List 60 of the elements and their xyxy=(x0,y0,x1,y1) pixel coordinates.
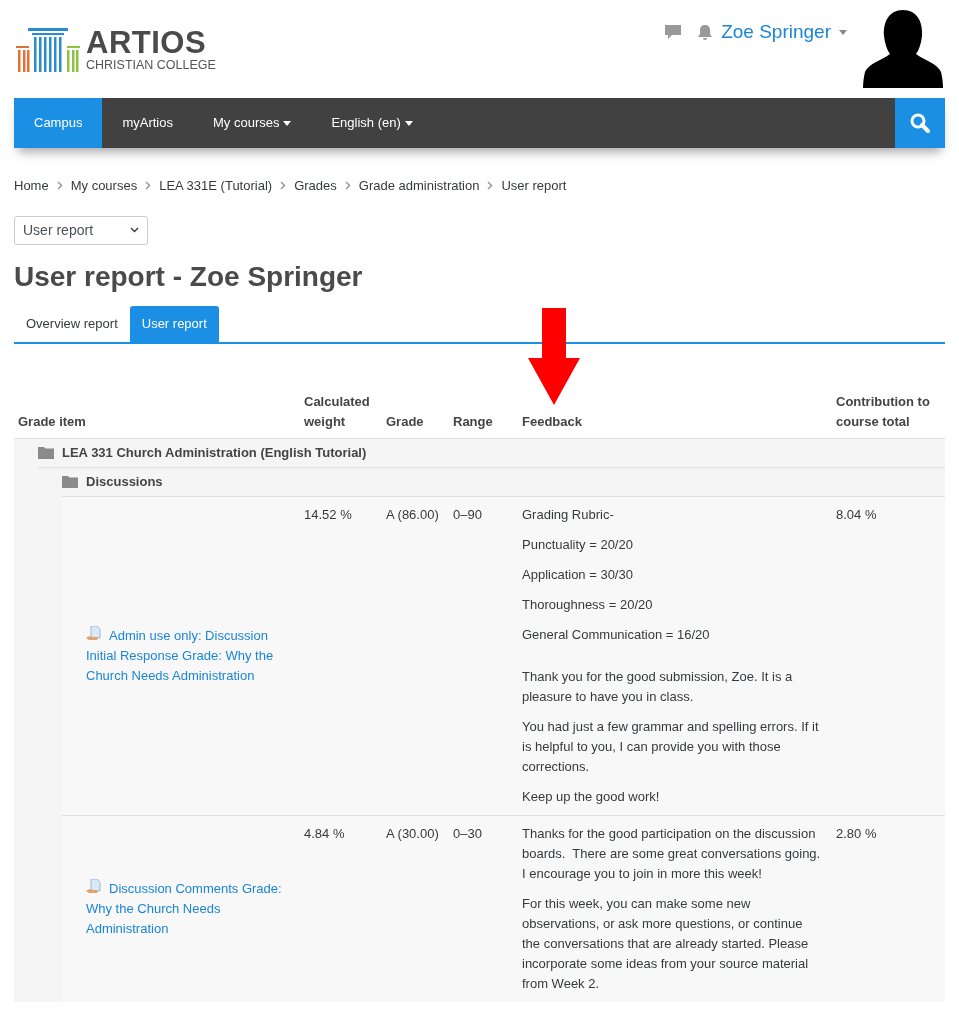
breadcrumb-chevron-icon xyxy=(145,181,152,191)
feedback-text: General Communication = 16/20 xyxy=(522,625,711,644)
feedback-text: Thoroughness = 20/20 xyxy=(522,595,654,614)
contribution-cell-text: 2.80 % xyxy=(835,824,878,843)
caret-icon xyxy=(839,30,847,36)
feedback-text: Grading Rubric- xyxy=(522,505,615,524)
feedback-text: For this week, you can make some new observations, or ask more questions, or continue the conversations that are already started. Please incorporate some ideas from your source material from Week 2. xyxy=(522,894,810,993)
user-menu[interactable]: Zoe Springer xyxy=(721,18,847,47)
column-header: Grade xyxy=(385,412,425,431)
breadcrumb-chevron-icon xyxy=(56,181,63,191)
column-header: Grade item xyxy=(17,412,87,431)
nav-item[interactable]: My courses xyxy=(193,98,312,148)
breadcrumb-link[interactable]: My courses xyxy=(70,176,138,196)
folder-icon xyxy=(62,475,78,488)
folder-icon xyxy=(38,446,54,459)
page-title: User report - Zoe Springer xyxy=(14,259,364,294)
avatar[interactable] xyxy=(863,8,943,88)
tab[interactable]: Overview report xyxy=(14,305,130,342)
breadcrumb-chevron-icon xyxy=(487,181,494,191)
category-row: Discussions xyxy=(38,467,945,496)
chevron-down-icon xyxy=(130,227,139,233)
hand-document-icon xyxy=(86,625,103,642)
grade-item-link[interactable]: Discussion Comments Grade: Why the Church Needs Administration xyxy=(86,878,292,939)
range-cell-text: 0–90 xyxy=(452,505,483,524)
breadcrumb-link[interactable]: LEA 331E (Tutorial) xyxy=(159,176,273,196)
grade-cell-text: A (30.00) xyxy=(385,824,440,843)
column-header: Calculated weight xyxy=(303,392,371,431)
column-header: Feedback xyxy=(521,412,583,431)
feedback-text: Thanks for the good participation on the discussion boards. There are some great conversations going. I encourage you to join in more this week! xyxy=(522,824,822,883)
column-header: Contribution to course total xyxy=(835,392,931,431)
breadcrumb-chevron-icon xyxy=(344,181,351,191)
contribution-cell-text: 8.04 % xyxy=(835,505,878,524)
breadcrumb-link[interactable]: User report xyxy=(501,176,567,196)
weight-cell-text: 14.52 % xyxy=(303,505,353,524)
grade-cell-text: A (86.00) xyxy=(385,505,440,524)
report-select[interactable]: User report xyxy=(14,215,148,245)
breadcrumb-link[interactable]: Grades xyxy=(294,176,337,196)
feedback-text: Application = 30/30 xyxy=(522,565,634,584)
column-header: Range xyxy=(452,412,494,431)
breadcrumb-link[interactable]: Grade administration xyxy=(358,176,480,196)
nav-item[interactable]: English (en) xyxy=(311,98,433,148)
breadcrumb-link[interactable]: Home xyxy=(14,176,49,196)
weight-cell-text: 4.84 % xyxy=(303,824,346,843)
category-row: LEA 331 Church Administration (English Tutorial) xyxy=(14,438,945,467)
breadcrumb-chevron-icon xyxy=(280,181,287,191)
search-icon xyxy=(910,113,930,133)
logo-title: ARTIOS xyxy=(86,28,208,58)
grade-item-link[interactable]: Admin use only: Discussion Initial Response Grade: Why the Church Needs Administration xyxy=(86,625,292,686)
chat-icon[interactable] xyxy=(665,24,682,40)
bell-icon[interactable] xyxy=(697,24,714,41)
logo-subtitle: CHRISTIAN COLLEGE xyxy=(86,58,216,72)
feedback-text: Thank you for the good submission, Zoe. It is a pleasure to have you in class. xyxy=(522,667,794,706)
feedback-text: You had just a few grammar and spelling errors. If it is helpful to you, I can provide you with those corrections. xyxy=(522,717,820,776)
nav-item[interactable]: myArtios xyxy=(102,98,193,148)
feedback-text: Punctuality = 20/20 xyxy=(522,535,634,554)
feedback-text: Keep up the good work! xyxy=(522,787,661,806)
search-button[interactable] xyxy=(895,98,945,148)
range-cell-text: 0–30 xyxy=(452,824,483,843)
logo-icon xyxy=(16,28,80,72)
hand-document-icon xyxy=(86,878,103,895)
